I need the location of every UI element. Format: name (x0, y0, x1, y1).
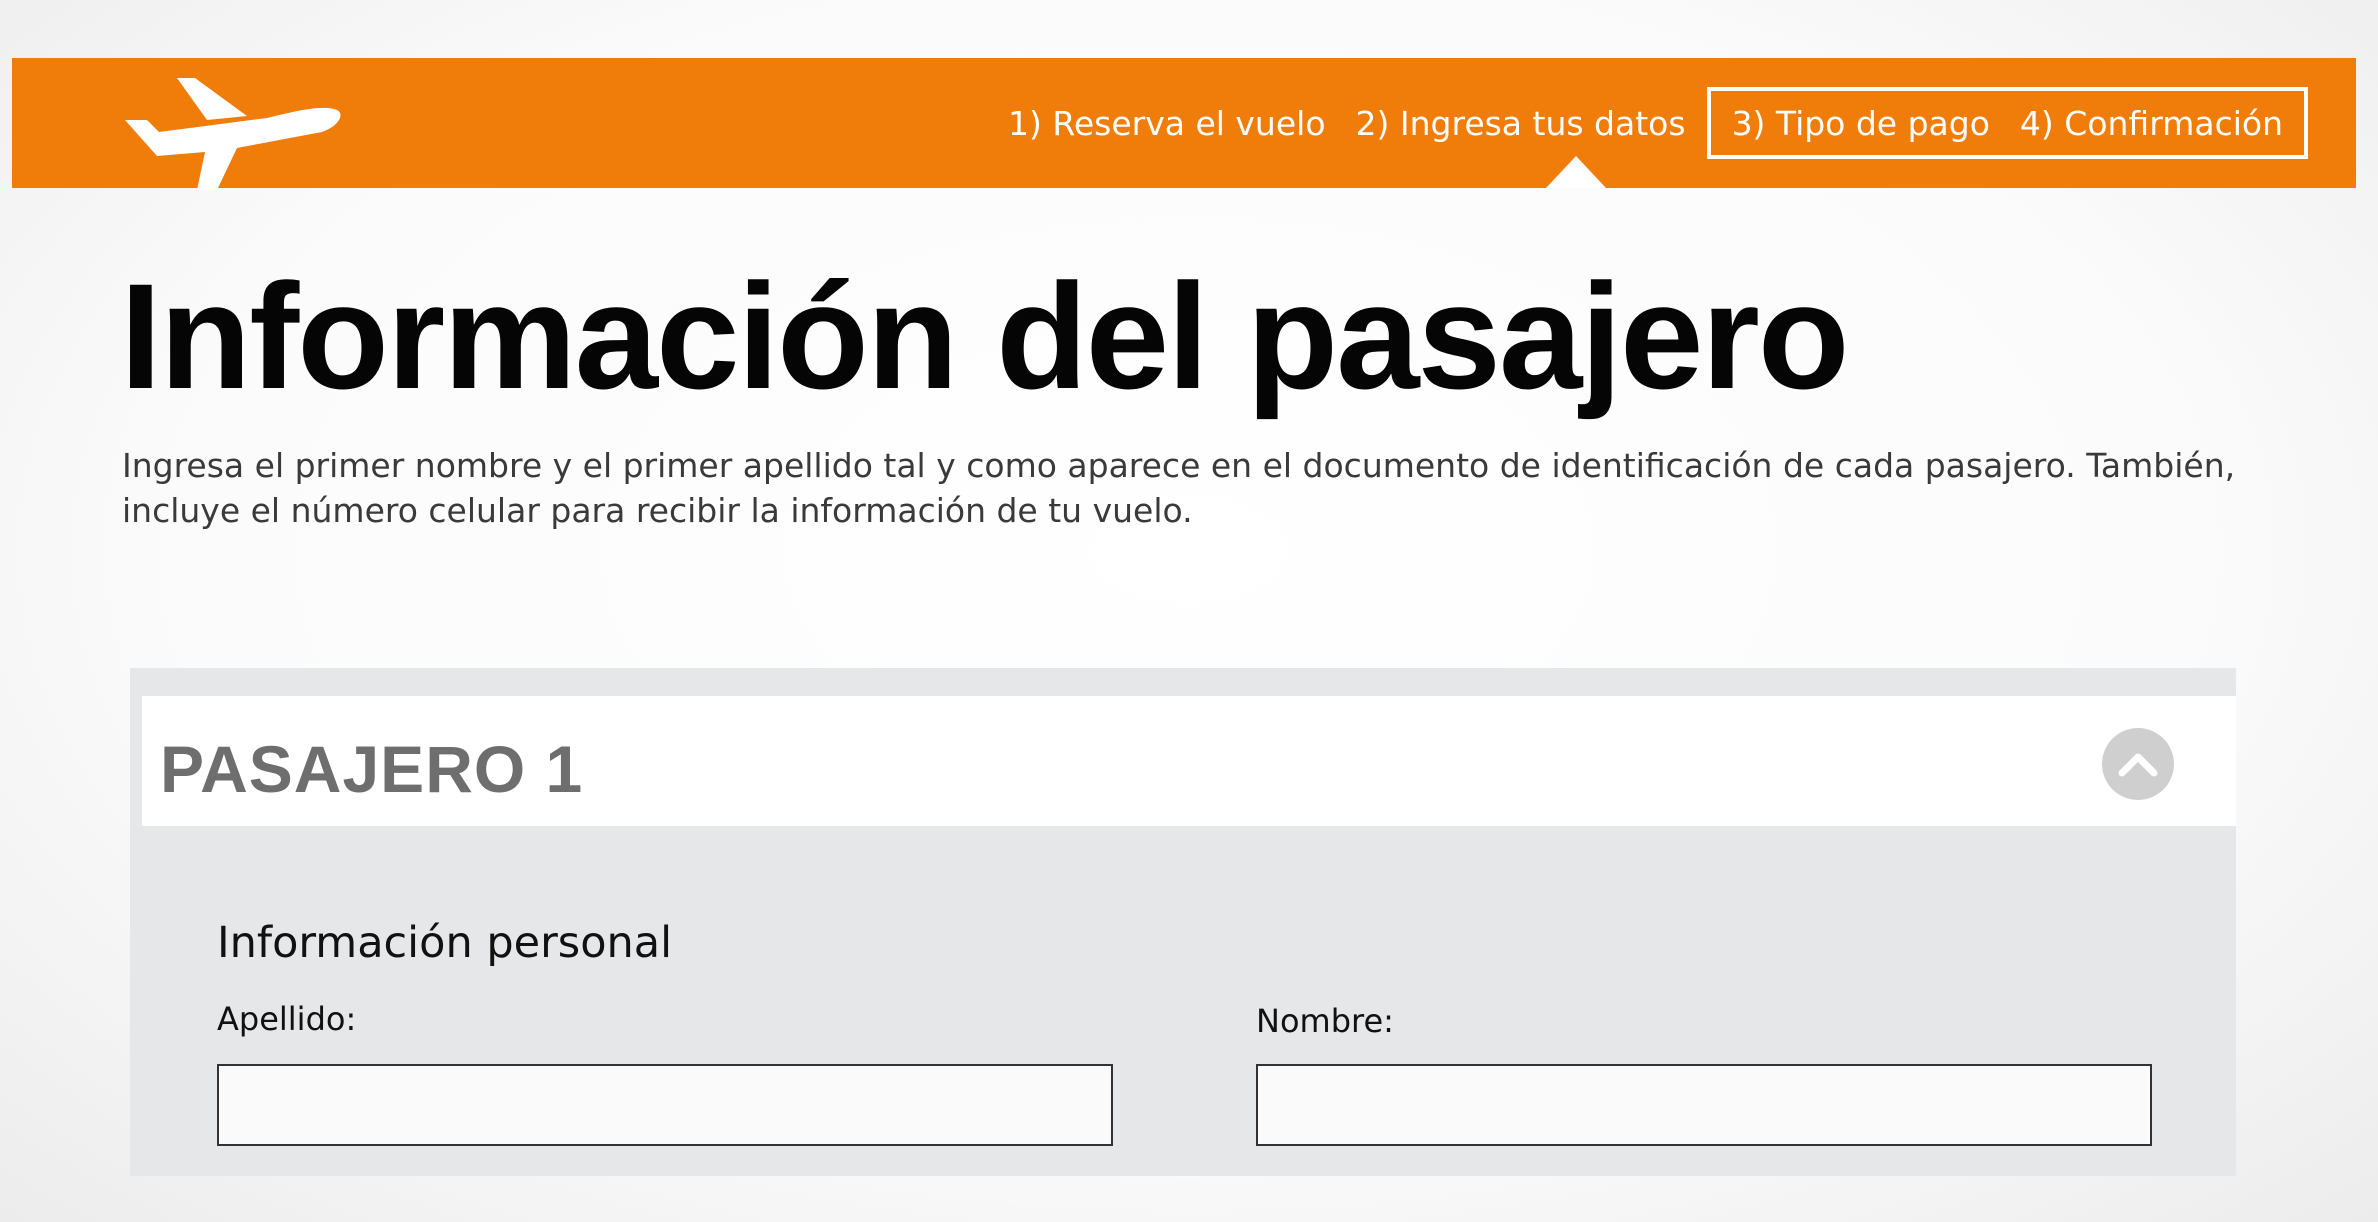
nombre-input[interactable] (1256, 1064, 2152, 1146)
top-navigation-bar: 1) Reserva el vuelo 2) Ingresa tus datos… (12, 58, 2356, 190)
passenger-panel: PASAJERO 1 Información personal Apellido… (130, 668, 2236, 1176)
current-step-pointer (1546, 156, 1606, 188)
upcoming-steps-highlight: 3) Tipo de pago 4) Confirmación (1706, 87, 2308, 159)
passenger-title: PASAJERO 1 (160, 732, 584, 806)
page-title: Información del pasajero (120, 252, 1849, 420)
collapse-button[interactable] (2102, 728, 2174, 800)
step-confirmacion[interactable]: 4) Confirmación (2020, 104, 2283, 143)
step-tipo-pago[interactable]: 3) Tipo de pago (1732, 104, 1990, 143)
step-ingresa-datos[interactable]: 2) Ingresa tus datos (1356, 104, 1686, 143)
booking-steps: 1) Reserva el vuelo 2) Ingresa tus datos… (993, 58, 2356, 188)
chevron-up-icon (2118, 753, 2158, 777)
section-title-personal-info: Información personal (217, 918, 673, 968)
step-reserva-vuelo[interactable]: 1) Reserva el vuelo (1008, 104, 1325, 143)
apellido-label: Apellido: (217, 1000, 357, 1038)
passenger-panel-header[interactable]: PASAJERO 1 (142, 696, 2236, 826)
nombre-label: Nombre: (1256, 1002, 1394, 1040)
airplane-icon (125, 78, 341, 190)
page-intro-text: Ingresa el primer nombre y el primer ape… (122, 446, 2236, 530)
apellido-input[interactable] (217, 1064, 1113, 1146)
